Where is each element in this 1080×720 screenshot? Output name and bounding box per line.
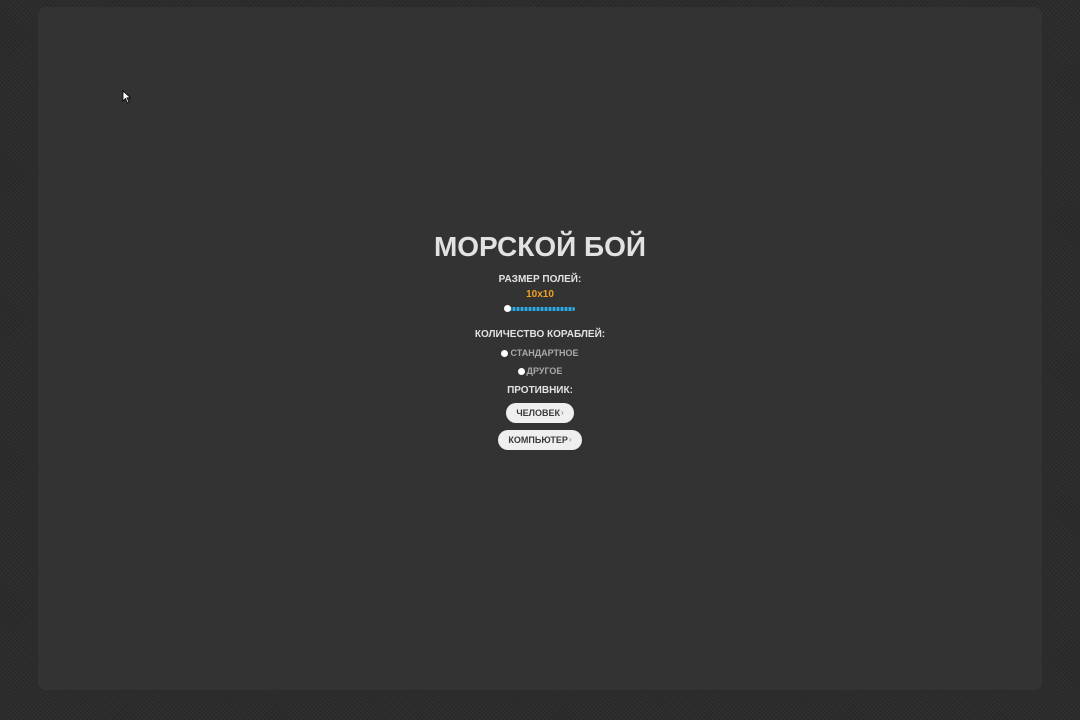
human-opponent-button[interactable]: ЧЕЛОВЕК › <box>506 403 574 423</box>
slider-thumb[interactable] <box>504 305 511 312</box>
human-button-label: ЧЕЛОВЕК <box>516 408 560 418</box>
radio-standard-label: СТАНДАРТНОЕ <box>510 348 579 358</box>
field-size-label: РАЗМЕР ПОЛЕЙ: <box>498 274 582 285</box>
main-menu: МОРСКОЙ БОЙ РАЗМЕР ПОЛЕЙ: 10x10 КОЛИЧЕСТ… <box>0 228 1080 450</box>
field-size-slider[interactable] <box>504 305 575 312</box>
chevron-right-icon: › <box>560 408 564 417</box>
computer-opponent-button[interactable]: КОМПЬЮТЕР › <box>498 430 582 450</box>
computer-button-label: КОМПЬЮТЕР <box>508 435 568 445</box>
mouse-pointer-icon <box>122 90 132 104</box>
radio-standard[interactable]: СТАНДАРТНОЕ <box>501 347 579 359</box>
radio-other[interactable]: ДРУГОЕ <box>517 365 563 377</box>
game-title: МОРСКОЙ БОЙ <box>433 231 647 262</box>
field-size-value: 10x10 <box>526 289 554 300</box>
page: МОРСКОЙ БОЙ РАЗМЕР ПОЛЕЙ: 10x10 КОЛИЧЕСТ… <box>0 0 1080 720</box>
opponent-label: ПРОТИВНИК: <box>507 385 573 396</box>
radio-other-label: ДРУГОЕ <box>526 366 563 376</box>
chevron-right-icon: › <box>568 435 572 444</box>
ships-count-label: КОЛИЧЕСТВО КОРАБЛЕЙ: <box>474 329 606 340</box>
radio-button[interactable] <box>517 367 525 375</box>
radio-button[interactable] <box>501 349 509 357</box>
slider-track <box>505 307 575 311</box>
